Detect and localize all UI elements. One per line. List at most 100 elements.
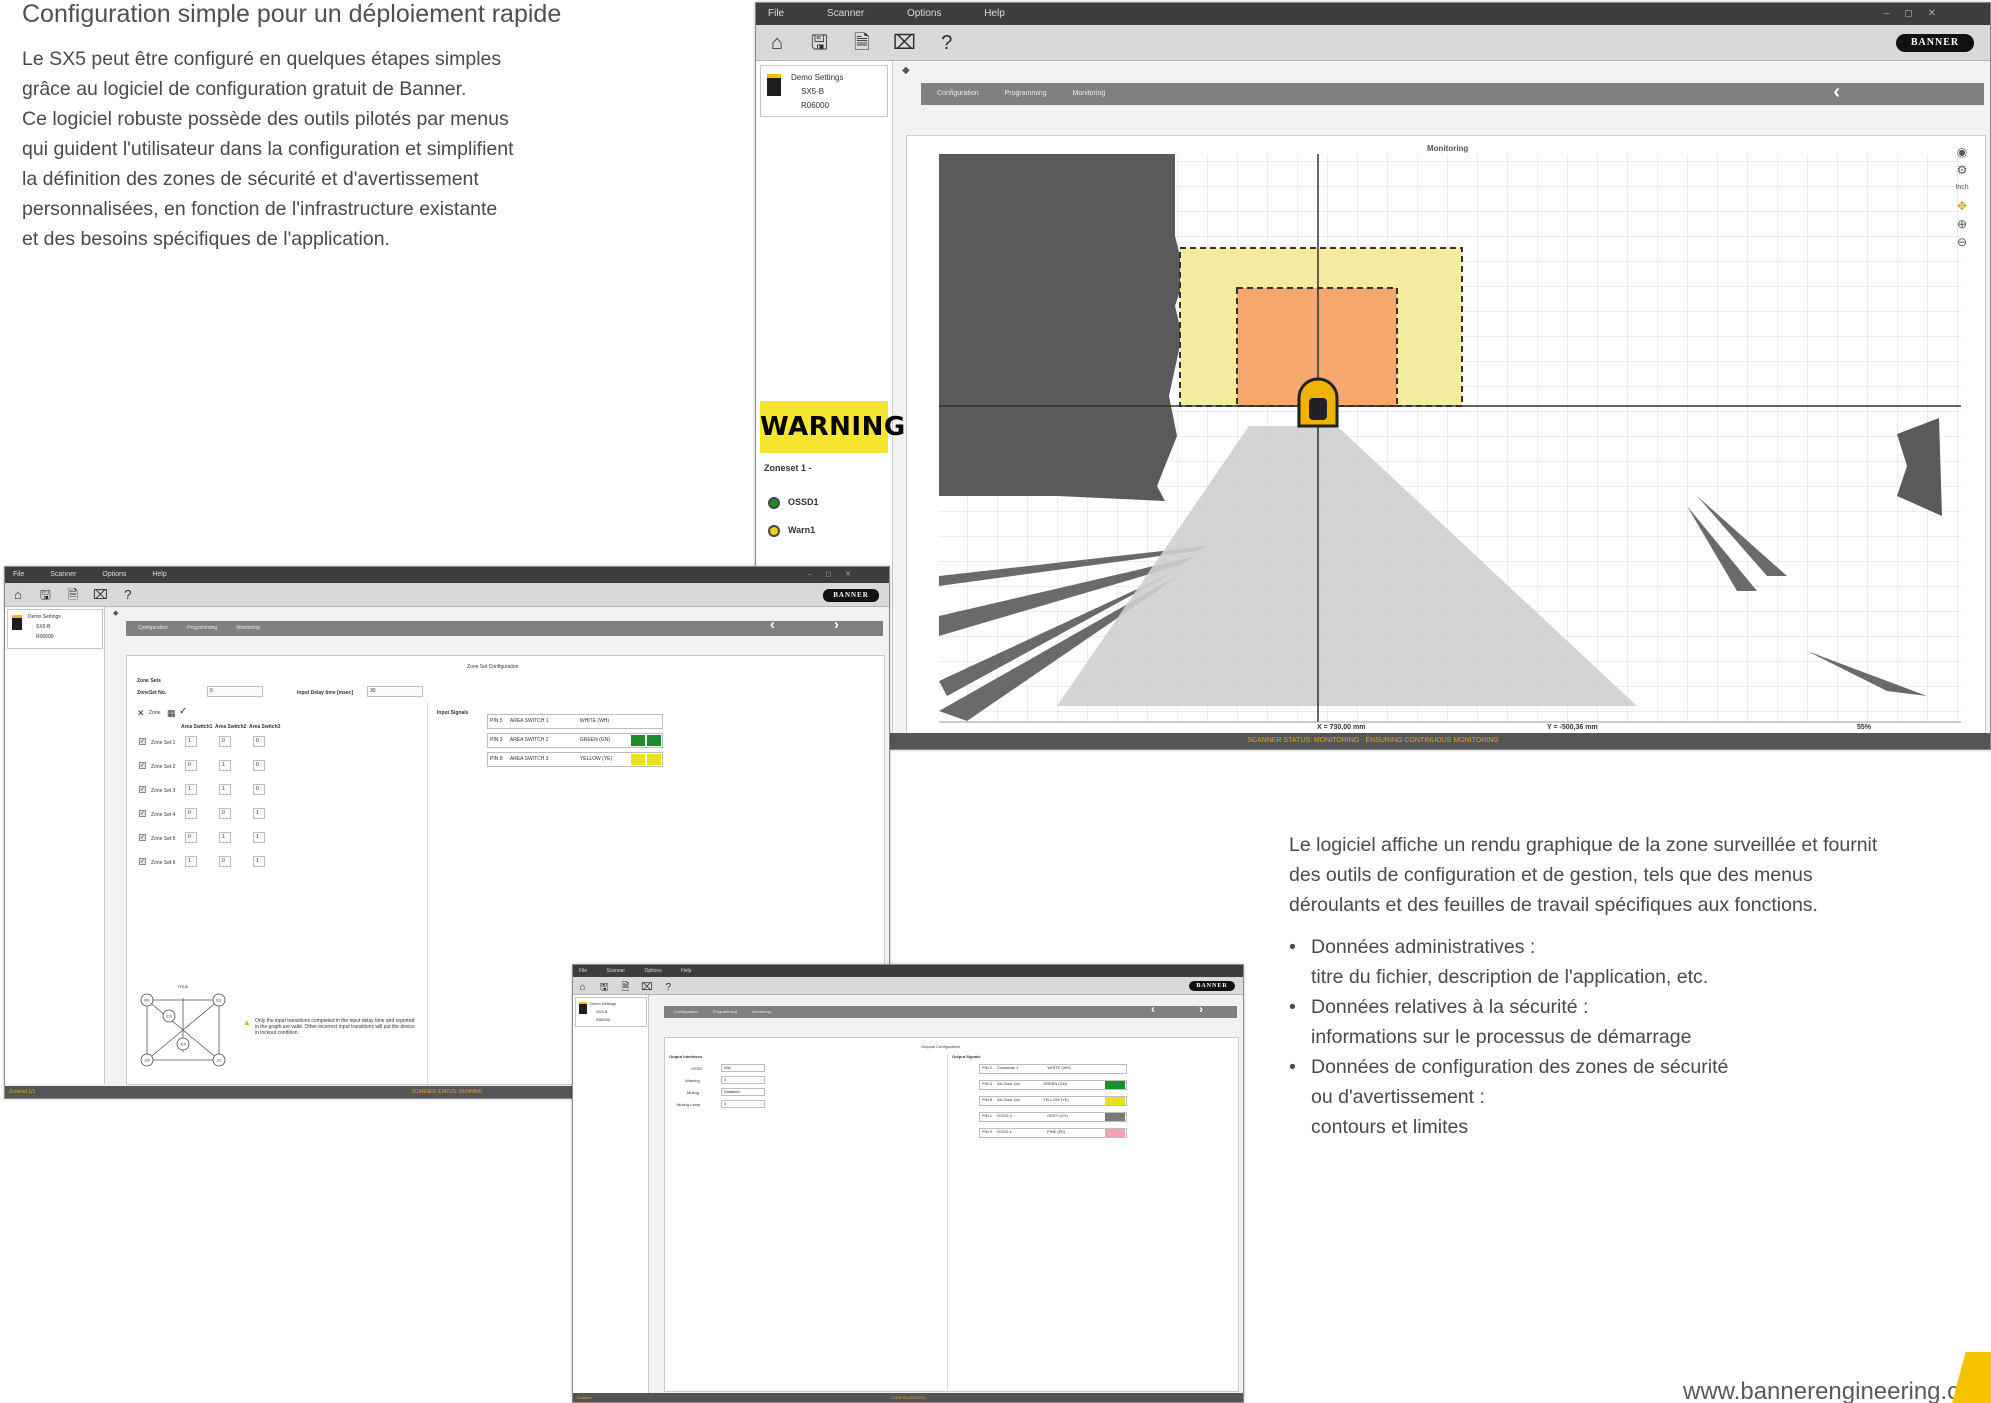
delete-icon[interactable]: ✕ [137, 708, 145, 719]
list-item-detail: titre du fichier, description de l'appli… [1289, 962, 1728, 992]
menu-scanner[interactable]: Scanner [827, 3, 864, 25]
monitoring-plot[interactable]: Monitoring X = 730,00 mm Y = -500,36 mm … [906, 135, 1986, 735]
device-icon[interactable]: ⌧ [887, 25, 921, 61]
zone-set-1-a3[interactable]: 0 [253, 736, 265, 747]
zone-set-6-a1[interactable]: 1 [185, 856, 197, 867]
home-icon[interactable]: ⌂ [760, 25, 794, 61]
zone-set-5-a2[interactable]: 1 [219, 832, 231, 843]
output-signal-5-select[interactable]: OSSD 1 [997, 1129, 1012, 1134]
field-muting-lamp-select[interactable]: 0 [721, 1100, 765, 1108]
units-label[interactable]: Inch [1940, 179, 1984, 197]
signal-2-select[interactable]: AREA SWITCH 2 [510, 737, 549, 743]
zone-set-1-a2[interactable]: 0 [219, 736, 231, 747]
zone-graph[interactable] [907, 136, 1987, 736]
device-card[interactable]: Demo Settings SX5-B R06000 [575, 997, 647, 1027]
open-file-icon[interactable]: 🗎 [63, 583, 83, 607]
feature-list: • Données administratives : titre du fich… [1289, 932, 1728, 1142]
zone-set-6-a2[interactable]: 0 [219, 856, 231, 867]
zone-set-2-checkbox[interactable]: ✓ [139, 762, 146, 769]
website-url[interactable]: www.bannerengineering.co [1683, 1378, 1973, 1403]
tab-programming[interactable]: Programming [187, 621, 217, 636]
menu-scanner[interactable]: Scanner [606, 965, 625, 977]
device-icon[interactable]: ⌧ [90, 583, 110, 607]
device-card[interactable]: Demo Settings SX5-B R06000 [760, 65, 888, 117]
zone-set-4-checkbox[interactable]: ✓ [139, 810, 146, 817]
zone-set-3-a3[interactable]: 0 [253, 784, 265, 795]
menu-help[interactable]: Help [152, 567, 166, 583]
tab-programming[interactable]: Programming [713, 1006, 737, 1018]
settings-icon[interactable]: ⚙ [1940, 161, 1984, 179]
output-signal-2-select[interactable]: AA Zone Ctrl [997, 1081, 1020, 1086]
forward-arrow-icon[interactable]: › [834, 617, 839, 632]
zone-set-2-a2[interactable]: 1 [219, 760, 231, 771]
camera-icon[interactable]: ◉ [1940, 143, 1984, 161]
signal-1-select[interactable]: AREA SWITCH 1 [510, 718, 549, 724]
menu-options[interactable]: Options [644, 965, 661, 977]
sidebar: Demo Settings SX5-B R06000 [573, 995, 649, 1395]
home-icon[interactable]: ⌂ [8, 583, 28, 607]
pan-icon[interactable]: ✥ [1940, 197, 1984, 215]
help-icon[interactable]: ? [930, 25, 964, 61]
field-ossd-select[interactable]: N/A [721, 1064, 765, 1072]
save-icon[interactable]: 🖫 [802, 25, 836, 61]
tab-configuration[interactable]: Configuration [937, 83, 979, 105]
list-item: • Données de configuration des zones de s… [1289, 1056, 1729, 1078]
zone-set-4-a1[interactable]: 0 [185, 808, 197, 819]
grid-icon[interactable]: ▦ [167, 708, 176, 719]
zone-set-1-checkbox[interactable]: ✓ [139, 738, 146, 745]
signal-3-select[interactable]: AREA SWITCH 3 [510, 756, 549, 762]
pin-icon[interactable]: ◆ [902, 65, 910, 76]
zone-set-6-label: Zone Set 6 [151, 860, 176, 866]
menu-options[interactable]: Options [907, 3, 941, 25]
zone-set-4-a3[interactable]: 1 [253, 808, 265, 819]
zone-set-1-a1[interactable]: 1 [185, 736, 197, 747]
zone-set-5-a1[interactable]: 0 [185, 832, 197, 843]
zoom-in-icon[interactable]: ⊕ [1940, 215, 1984, 233]
window-controls[interactable]: – ◻ ✕ [808, 567, 857, 583]
output-signal-3-select[interactable]: AA Zone Ctrl [997, 1097, 1020, 1102]
zone-set-5-checkbox[interactable]: ✓ [139, 834, 146, 841]
save-icon[interactable]: 🖫 [35, 583, 55, 607]
zone-set-3-a2[interactable]: 1 [219, 784, 231, 795]
help-icon[interactable]: ? [118, 583, 138, 607]
menu-help[interactable]: Help [984, 3, 1005, 25]
output-signal-1-select[interactable]: Zonestate 1 [997, 1065, 1018, 1070]
open-file-icon[interactable]: 🗎 [845, 25, 879, 61]
tab-programming[interactable]: Programming [1005, 83, 1047, 105]
zone-set-5-a3[interactable]: 1 [253, 832, 265, 843]
back-arrow-icon[interactable]: ‹ [1151, 1003, 1155, 1015]
menu-file[interactable]: File [768, 3, 784, 25]
tab-monitoring[interactable]: Monitoring [237, 621, 260, 636]
tab-monitoring[interactable]: Monitoring [1073, 83, 1106, 105]
menu-options[interactable]: Options [102, 567, 126, 583]
pin-icon[interactable]: ◆ [113, 609, 118, 617]
tab-configuration[interactable]: Configuration [674, 1006, 698, 1018]
menu-file[interactable]: File [13, 567, 24, 583]
back-arrow-icon[interactable]: ‹ [770, 617, 775, 632]
field-warning-select[interactable]: 1 [721, 1076, 765, 1084]
zone-set-3-a1[interactable]: 1 [185, 784, 197, 795]
menu-file[interactable]: File [579, 965, 587, 977]
back-arrow-icon[interactable]: ‹ [1833, 81, 1840, 103]
zoneset-label: Zoneset 1 - [764, 463, 812, 473]
forward-arrow-icon[interactable]: › [1199, 1003, 1203, 1015]
tab-monitoring[interactable]: Monitoring [752, 1006, 771, 1018]
window-controls[interactable]: – ◻ ✕ [1884, 3, 1942, 25]
zone-set-6-checkbox[interactable]: ✓ [139, 858, 146, 865]
zone-set-4-a2[interactable]: 0 [219, 808, 231, 819]
output-signal-4-select[interactable]: OSSD 2 [997, 1113, 1012, 1118]
menu-scanner[interactable]: Scanner [50, 567, 76, 583]
help-icon[interactable]: ? [661, 979, 676, 997]
zoneset-no-input[interactable]: 6 [207, 686, 263, 697]
check-icon[interactable]: ✓ [179, 706, 187, 717]
zone-set-2-a3[interactable]: 0 [253, 760, 265, 771]
field-muting-select[interactable]: Disabled [721, 1088, 765, 1096]
input-delay-input[interactable]: 30 [367, 686, 423, 697]
zoom-out-icon[interactable]: ⊖ [1940, 233, 1984, 251]
zone-set-2-a1[interactable]: 0 [185, 760, 197, 771]
device-card[interactable]: Demo Settings SX5-B R06000 [7, 609, 103, 649]
tab-configuration[interactable]: Configuration [138, 621, 168, 636]
menu-help[interactable]: Help [681, 965, 691, 977]
zone-set-3-checkbox[interactable]: ✓ [139, 786, 146, 793]
zone-set-6-a3[interactable]: 1 [253, 856, 265, 867]
